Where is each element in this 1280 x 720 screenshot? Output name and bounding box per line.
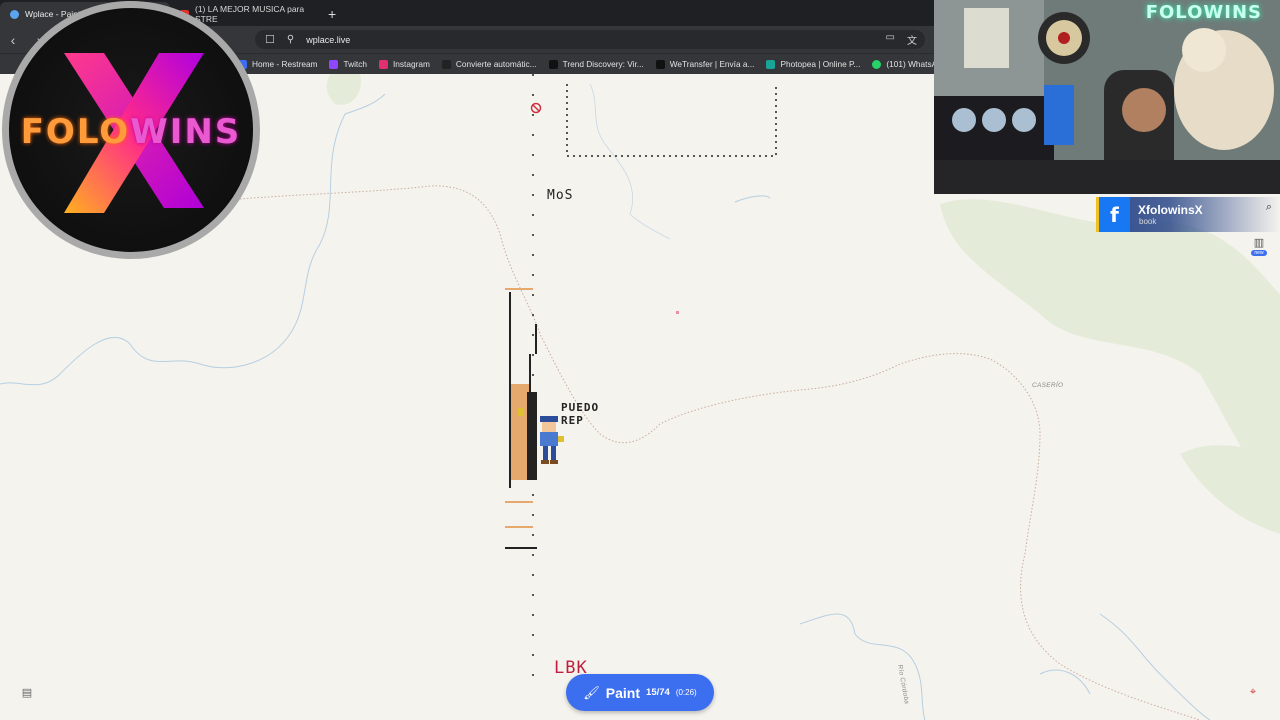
bookmark-trend[interactable]: Trend Discovery: Vir... [543,59,650,69]
bookmark-label: Trend Discovery: Vir... [562,59,644,69]
facebook-icon: f [1096,197,1130,232]
twitch-icon [329,59,339,69]
facebook-badge: f XfolowinsX book ⌕ [1096,197,1280,232]
address-bar[interactable]: ☐ ⚲ wplace.live ▭ 文 [255,30,925,49]
bookmark-label: WeTransfer | Envía a... [669,59,755,69]
bookmark-twitch[interactable]: Twitch [323,59,373,69]
translate-icon[interactable]: 文 [907,32,917,47]
bookmark-convierte[interactable]: Convierte automátic... [436,59,543,69]
bookmark-label: Photopea | Online P... [780,59,861,69]
url-text: wplace.live [306,34,351,45]
webcam-feed: FOLOWINS [934,0,1280,194]
converter-icon [441,59,451,69]
leaderboard-button[interactable]: ▥ new [1246,236,1272,262]
bookmark-label: Twitch [343,59,367,69]
paint-charges: 15/74 [646,687,670,698]
bookmark-label: Instagram [392,59,430,69]
facebook-subtext: book [1139,217,1157,226]
facebook-name: XfolowinsX [1138,202,1203,217]
bookmark-label: Home - Restream [252,59,318,69]
streamer-logo: FOLOWINS [2,1,260,259]
bookmark-icon[interactable]: ☐ [265,33,275,46]
pixel-text-mos: MoS [547,188,574,203]
place-label-caserio: CASERÍO [1032,382,1064,389]
new-badge: new [1251,250,1267,256]
paint-timer: (0:26) [675,688,697,697]
tiktok-icon [548,59,558,69]
search-icon[interactable]: ⌕ [1266,201,1272,214]
paint-button[interactable]: 🖌 Paint 15/74 (0:26) [566,674,714,711]
leaderboard-icon: ▥ [1253,237,1265,249]
logo-text-part-1: FOLO [20,112,131,152]
logo-text-part-2: WINS [130,112,242,152]
pixel-text-puedo: PUEDO [561,401,600,414]
new-tab-button[interactable]: + [320,2,344,26]
cast-icon[interactable]: ▭ [886,32,895,47]
logo-wordmark: FOLOWINS [9,112,253,152]
webcam-brand-text: FOLOWINS [1145,2,1262,23]
webcam-scene [934,0,1280,194]
site-info-icon[interactable]: ⚲ [287,34,294,45]
bookmark-instagram[interactable]: Instagram [373,59,436,69]
pixel-text-rep: REP [561,414,584,427]
photopea-icon [766,59,776,69]
locate-icon[interactable]: ⌖ [1244,683,1262,701]
map-layers-icon[interactable]: ▤ [18,683,36,701]
whatsapp-icon [872,59,882,69]
bookmark-label: Convierte automátic... [455,59,537,69]
brush-icon: 🖌 [583,684,600,700]
wetransfer-icon [655,59,665,69]
instagram-icon [378,59,388,69]
paint-label: Paint [605,684,641,701]
bookmark-photopea[interactable]: Photopea | Online P... [760,59,866,69]
bookmark-wetransfer[interactable]: WeTransfer | Envía a... [650,59,761,69]
